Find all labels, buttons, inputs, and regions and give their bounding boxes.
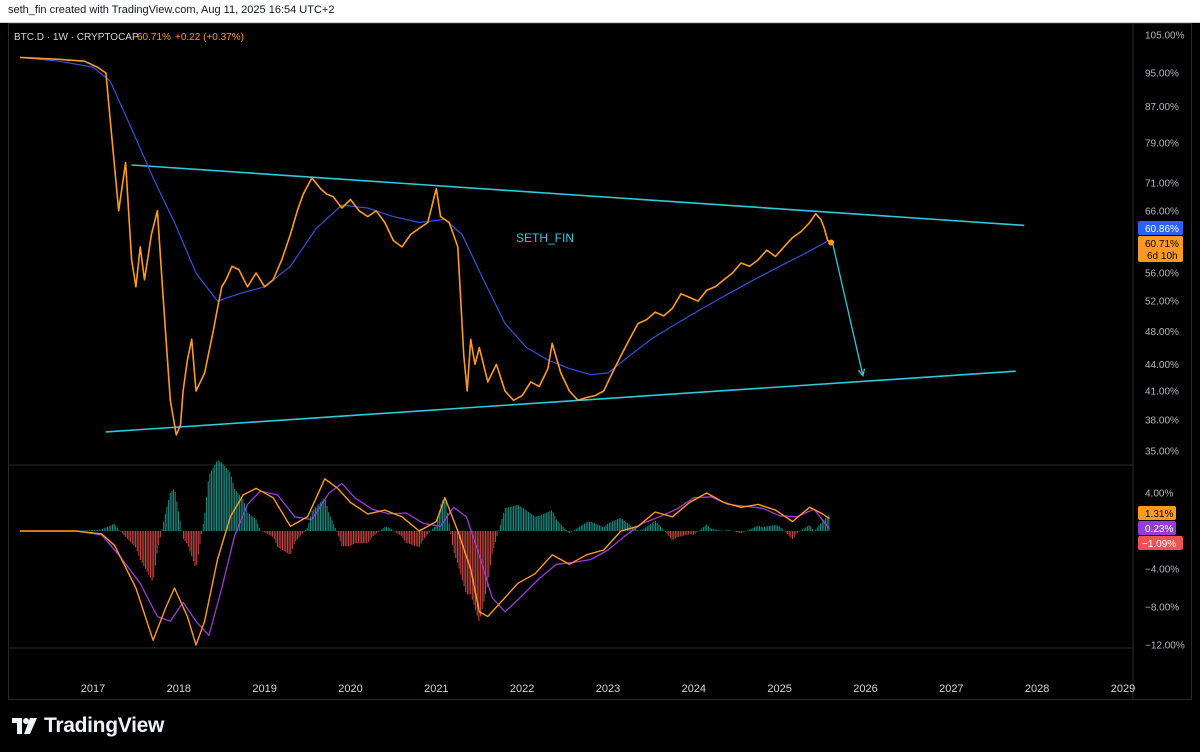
tradingview-logo[interactable]: TradingView	[10, 714, 164, 738]
macd-badge-value: 1.31%	[1145, 509, 1173, 520]
macd-tick-label: −4.00%	[1145, 565, 1179, 576]
price-tick-label: 35.00%	[1145, 446, 1179, 457]
year-tick-label: 2017	[81, 683, 105, 695]
year-tick-label: 2026	[853, 683, 877, 695]
legend-last-value: 60.71%	[137, 32, 171, 43]
price-tick-label: 48.00%	[1145, 327, 1179, 338]
hist-badge-value: −1.09%	[1142, 539, 1176, 550]
legend-change: +0.22 (+0.37%)	[175, 32, 244, 43]
year-tick-label: 2022	[510, 683, 534, 695]
year-tick-label: 2024	[682, 683, 706, 695]
main-pane[interactable]	[19, 56, 1025, 436]
signal-line	[20, 482, 830, 637]
time-axis[interactable]: 2017 2018 2019 2020 2021 2022 2023 2024 2025 2026…	[81, 683, 1135, 695]
macd-tick-label: −8.00%	[1145, 603, 1179, 614]
price-badge-value: 60.71%	[1145, 239, 1179, 250]
trendline-upper	[131, 164, 1025, 227]
legend-symbol[interactable]: BTC.D · 1W · CRYPTOCAP	[14, 32, 139, 43]
price-tick-label: 56.00%	[1145, 269, 1179, 280]
macd-tick-label: 4.00%	[1145, 489, 1173, 500]
seth-fin-annotation[interactable]: SETH_FIN	[516, 231, 574, 245]
year-tick-label: 2025	[767, 683, 791, 695]
price-tick-label: 105.00%	[1145, 31, 1185, 42]
footer-bar	[0, 701, 1200, 752]
price-badge-countdown: 6d 10h	[1147, 251, 1178, 262]
year-tick-label: 2027	[939, 683, 963, 695]
price-tick-label: 66.00%	[1145, 206, 1179, 217]
year-tick-label: 2029	[1111, 683, 1135, 695]
macd-tick-label: −12.00%	[1145, 641, 1185, 652]
price-tick-label: 71.00%	[1145, 179, 1179, 190]
price-tick-label: 41.00%	[1145, 387, 1179, 398]
tradingview-logo-text: TradingView	[44, 714, 165, 737]
price-tick-label: 38.00%	[1145, 415, 1179, 426]
price-tick-label: 79.00%	[1145, 138, 1179, 149]
ma-line	[19, 56, 828, 376]
year-tick-label: 2028	[1025, 683, 1049, 695]
year-tick-label: 2021	[424, 683, 448, 695]
macd-line	[20, 478, 830, 646]
btc-dominance-line	[19, 56, 832, 436]
macd-pane[interactable]	[20, 478, 830, 646]
year-tick-label: 2019	[252, 683, 276, 695]
price-tick-label: 44.00%	[1145, 360, 1179, 371]
year-tick-label: 2023	[596, 683, 620, 695]
signal-badge-value: 0.23%	[1145, 524, 1173, 535]
year-tick-label: 2018	[167, 683, 191, 695]
macd-histogram	[75, 460, 830, 622]
projection-arrow-line	[832, 244, 864, 376]
year-tick-label: 2020	[338, 683, 362, 695]
chart-svg[interactable]: 105.00% 95.00% 87.00% 79.00% 71.00% 66.00% 56.…	[0, 0, 1200, 752]
tradingview-logo-icon	[12, 718, 37, 734]
trendline-lower	[105, 370, 1016, 433]
price-tick-label: 95.00%	[1145, 69, 1179, 80]
ma-badge-value: 60.86%	[1145, 224, 1179, 235]
price-tick-label: 52.00%	[1145, 297, 1179, 308]
price-tick-label: 87.00%	[1145, 102, 1179, 113]
